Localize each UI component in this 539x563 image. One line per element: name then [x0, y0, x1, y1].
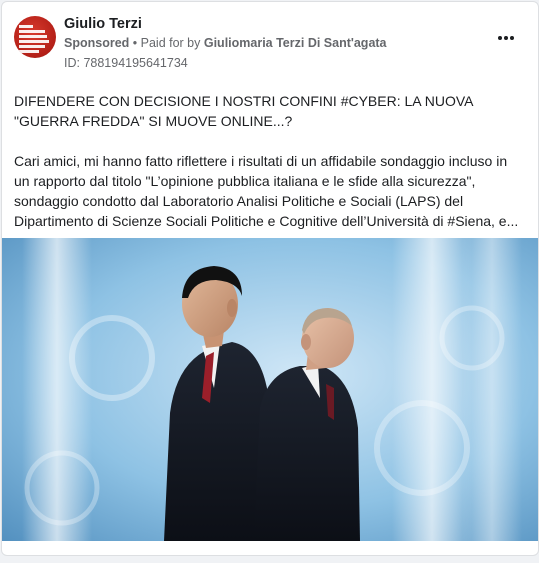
post-image[interactable]: [2, 238, 538, 541]
post-header: Giulio Terzi Sponsored • Paid for by Giu…: [2, 2, 538, 82]
paid-for-name[interactable]: Giuliomaria Terzi Di Sant'agata: [204, 36, 387, 50]
meta-separator: •: [129, 36, 141, 50]
sponsored-label: Sponsored: [64, 36, 130, 50]
author-name[interactable]: Giulio Terzi: [64, 16, 142, 32]
post-body: Cari amici, mi hanno fatto riflettere i …: [14, 153, 519, 229]
ad-card: Giulio Terzi Sponsored • Paid for by Giu…: [1, 1, 539, 556]
paid-for-prefix: Paid for by: [140, 36, 204, 50]
sponsor-line: Sponsored • Paid for by Giuliomaria Terz…: [64, 36, 387, 50]
avatar[interactable]: [14, 16, 56, 58]
ad-id: ID: 788194195641734: [64, 56, 188, 70]
more-options-icon[interactable]: [496, 32, 516, 48]
post-headline: DIFENDERE CON DECISIONE I NOSTRI CONFINI…: [14, 93, 473, 129]
